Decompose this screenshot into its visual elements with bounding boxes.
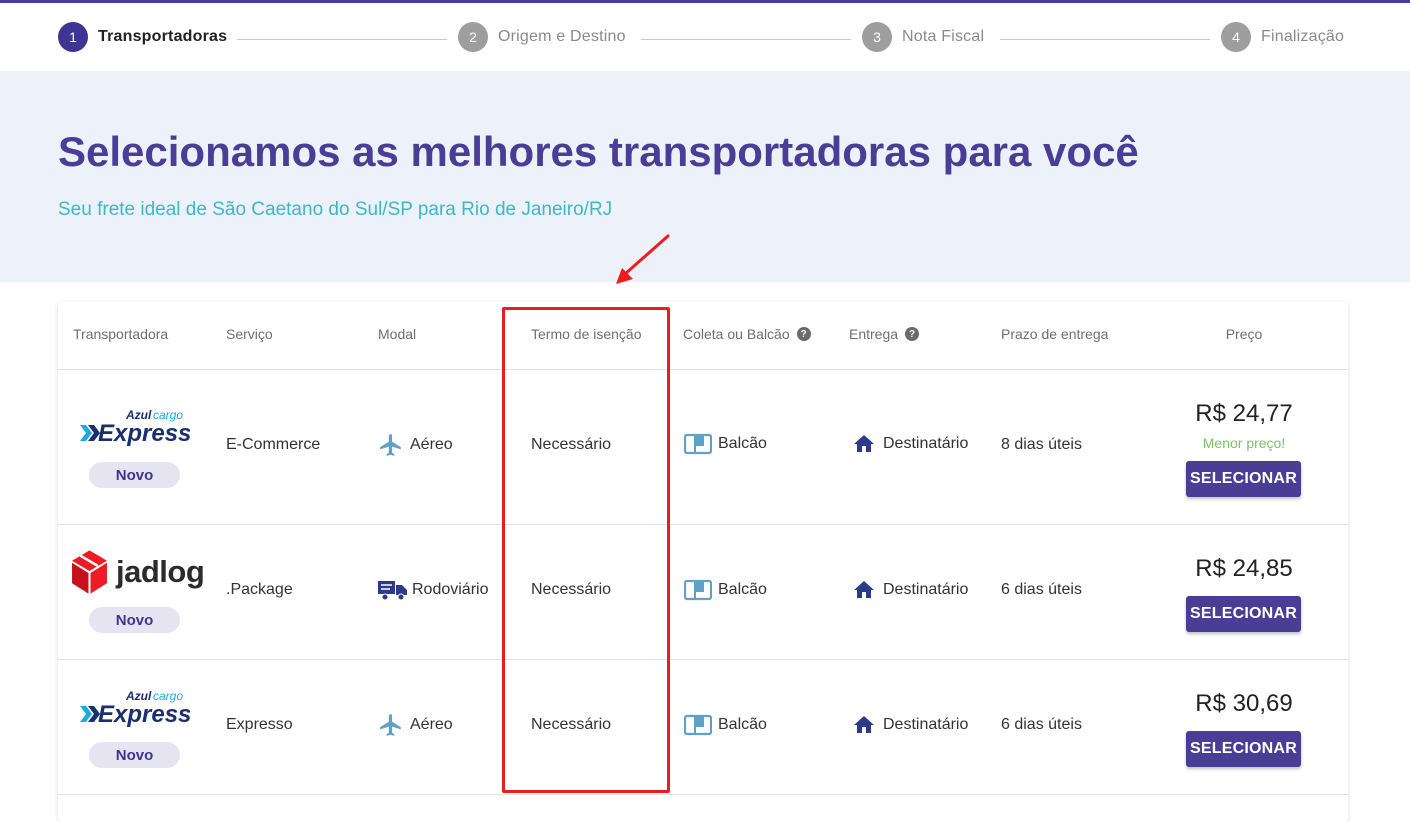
deadline-cell: 6 dias úteis	[1001, 716, 1082, 733]
counter-icon	[684, 713, 712, 737]
delivery-label: Destinatário	[883, 581, 969, 598]
modal-label: Aéreo	[410, 716, 453, 733]
counter-icon	[684, 578, 712, 602]
modal-cell: Rodoviário	[378, 578, 488, 602]
header-pickup: Coleta ou Balcão ?	[683, 326, 811, 342]
delivery-label: Destinatário	[883, 435, 969, 452]
exemption-cell: Necessário	[531, 716, 612, 733]
annotation-arrow-icon	[616, 234, 670, 284]
step-number: 4	[1221, 22, 1251, 52]
new-badge: Novo	[89, 742, 180, 768]
service-cell: E-Commerce	[226, 436, 321, 453]
modal-cell: Aéreo	[378, 432, 453, 458]
help-icon[interactable]: ?	[796, 327, 811, 341]
step-origem-destino[interactable]: 2 Origem e Destino	[458, 22, 626, 52]
modal-label: Aéreo	[410, 436, 453, 453]
service-cell: .Package	[226, 581, 293, 598]
step-number: 3	[862, 22, 892, 52]
delivery-cell: Destinatário	[851, 713, 968, 737]
home-icon	[851, 578, 877, 602]
airplane-icon	[378, 712, 404, 738]
step-number: 1	[58, 22, 88, 52]
step-label: Transportadoras	[98, 28, 228, 45]
price-value: R$ 30,69	[1195, 690, 1293, 717]
header-modal: Modal	[378, 326, 417, 342]
header-service: Serviço	[226, 326, 273, 342]
new-badge: Novo	[89, 607, 180, 633]
price-value: R$ 24,85	[1195, 555, 1293, 582]
jadlog-wordmark: jadlog	[116, 554, 205, 589]
page-subtitle: Seu frete ideal de São Caetano do Sul/SP…	[58, 199, 613, 220]
header-pickup-label: Coleta ou Balcão	[683, 326, 790, 342]
deadline-cell: 8 dias úteis	[1001, 436, 1082, 453]
truck-icon	[378, 578, 408, 602]
table-row: Azul cargo Express Novo Expresso Aéreo N…	[58, 660, 1348, 795]
table-row: Azul cargo Express Novo E-Commerce Aéreo…	[58, 370, 1348, 525]
hero-banner: Selecionamos as melhores transportadoras…	[0, 71, 1410, 282]
header-exemption: Termo de isenção	[531, 326, 642, 342]
step-finalizacao[interactable]: 4 Finalização	[1221, 22, 1344, 52]
select-button[interactable]: SELECIONAR	[1186, 461, 1301, 497]
page-title: Selecionamos as melhores transportadoras…	[58, 128, 1139, 175]
delivery-label: Destinatário	[883, 716, 969, 733]
service-cell: Expresso	[226, 716, 293, 733]
step-label: Origem e Destino	[498, 28, 626, 45]
modal-cell: Aéreo	[378, 712, 453, 738]
exemption-cell: Necessário	[531, 436, 612, 453]
step-transportadoras[interactable]: 1 Transportadoras	[58, 22, 227, 52]
airplane-icon	[378, 432, 404, 458]
step-nota-fiscal[interactable]: 3 Nota Fiscal	[862, 22, 984, 52]
exemption-cell: Necessário	[531, 581, 612, 598]
step-number: 2	[458, 22, 488, 52]
pickup-label: Balcão	[718, 581, 767, 598]
header-delivery-label: Entrega	[849, 326, 899, 342]
step-label: Finalização	[1261, 28, 1345, 45]
step-connector	[1000, 39, 1210, 40]
select-button[interactable]: SELECIONAR	[1186, 731, 1301, 767]
lowest-price-tag: Menor preço!	[1202, 435, 1286, 451]
checkout-stepper: 1 Transportadoras 2 Origem e Destino 3 N…	[0, 3, 1410, 71]
select-button[interactable]: SELECIONAR	[1186, 596, 1301, 632]
step-connector	[641, 39, 851, 40]
header-deadline: Prazo de entrega	[1001, 326, 1109, 342]
step-label: Nota Fiscal	[902, 28, 985, 45]
carriers-table: Transportadora Serviço Modal Termo de is…	[58, 302, 1348, 822]
home-icon	[851, 432, 877, 456]
pickup-label: Balcão	[718, 435, 767, 452]
table-header: Transportadora Serviço Modal Termo de is…	[58, 302, 1348, 370]
jadlog-logo: jadlog	[71, 549, 205, 595]
price-value: R$ 24,77	[1195, 400, 1293, 427]
header-price: Preço	[1225, 326, 1263, 342]
azul-cargo-express-logo: Azul cargo Express	[78, 406, 191, 451]
home-icon	[851, 713, 877, 737]
table-row: jadlog Novo .Package Rodoviário Necessár…	[58, 525, 1348, 660]
deadline-cell: 6 dias úteis	[1001, 581, 1082, 598]
header-delivery: Entrega ?	[849, 326, 920, 342]
pickup-label: Balcão	[718, 716, 767, 733]
svg-text:Express: Express	[98, 420, 190, 446]
step-connector	[237, 39, 447, 40]
svg-text:Express: Express	[98, 701, 190, 727]
counter-icon	[684, 432, 712, 456]
help-icon[interactable]: ?	[905, 327, 920, 341]
delivery-cell: Destinatário	[851, 578, 968, 602]
new-badge: Novo	[89, 462, 180, 488]
delivery-cell: Destinatário	[851, 432, 968, 456]
modal-label: Rodoviário	[412, 581, 489, 598]
azul-cargo-express-logo: Azul cargo Express	[78, 687, 191, 732]
pickup-cell: Balcão	[684, 432, 767, 456]
pickup-cell: Balcão	[684, 713, 767, 737]
pickup-cell: Balcão	[684, 578, 767, 602]
header-carrier: Transportadora	[73, 326, 169, 342]
